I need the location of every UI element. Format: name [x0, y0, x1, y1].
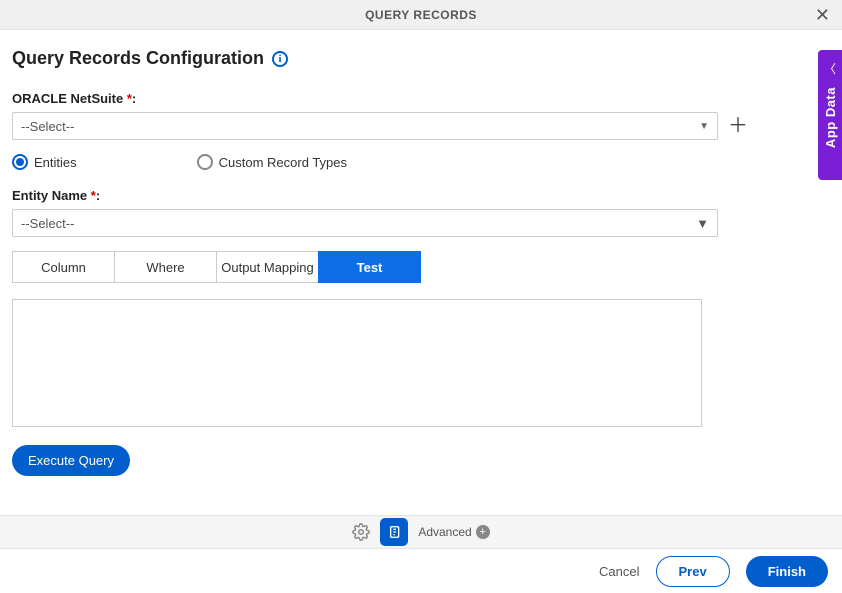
add-connection-icon[interactable]: ＋ [728, 116, 748, 136]
radio-custom-record-types[interactable]: Custom Record Types [197, 154, 347, 170]
radio-icon [12, 154, 28, 170]
entity-name-select[interactable]: --Select-- ▼ [12, 209, 718, 237]
advanced-toggle[interactable]: Advanced + [418, 525, 489, 539]
dialog-header: QUERY RECORDS ✕ [0, 0, 842, 30]
tab-output-mapping[interactable]: Output Mapping [216, 251, 319, 283]
connection-label: ORACLE NetSuite *: [12, 91, 830, 106]
test-result-area [12, 299, 702, 427]
record-type-radio-group: Entities Custom Record Types [12, 154, 830, 170]
tab-column[interactable]: Column [12, 251, 115, 283]
plus-circle-icon: + [476, 525, 490, 539]
dialog-title: QUERY RECORDS [365, 8, 477, 22]
cancel-button[interactable]: Cancel [599, 564, 639, 579]
bottom-toolbar: Advanced + [0, 515, 842, 549]
connection-select[interactable]: --Select-- ▼ [12, 112, 718, 140]
page-title-row: Query Records Configuration i [12, 48, 830, 69]
connection-select-value: --Select-- [21, 119, 74, 134]
connection-select-row: --Select-- ▼ ＋ [12, 112, 830, 140]
radio-entities-label: Entities [34, 155, 77, 170]
prev-button[interactable]: Prev [656, 556, 730, 587]
radio-icon [197, 154, 213, 170]
entity-name-select-value: --Select-- [21, 216, 74, 231]
content-area: Query Records Configuration i ORACLE Net… [0, 30, 842, 476]
radio-entities[interactable]: Entities [12, 154, 77, 170]
entity-name-label-text: Entity Name [12, 188, 91, 203]
tab-test[interactable]: Test [318, 251, 421, 283]
execute-query-button[interactable]: Execute Query [12, 445, 130, 476]
chevron-down-icon: ▼ [696, 216, 709, 231]
app-data-side-tab[interactable]: 〈 App Data [818, 50, 842, 180]
entity-name-label: Entity Name *: [12, 188, 830, 203]
footer-bar: Cancel Prev Finish [0, 549, 842, 593]
required-mark: * [127, 91, 132, 106]
connection-label-text: ORACLE NetSuite [12, 91, 127, 106]
close-icon[interactable]: ✕ [815, 6, 830, 24]
clipboard-icon[interactable] [380, 518, 408, 546]
tab-bar: Column Where Output Mapping Test [12, 251, 830, 283]
finish-button[interactable]: Finish [746, 556, 828, 587]
chevron-left-icon: 〈 [824, 60, 836, 77]
chevron-down-icon: ▼ [699, 121, 709, 132]
advanced-label: Advanced [418, 525, 471, 539]
radio-custom-label: Custom Record Types [219, 155, 347, 170]
info-icon[interactable]: i [272, 51, 288, 67]
required-mark: * [91, 188, 96, 203]
gear-icon[interactable] [352, 523, 370, 541]
app-data-label: App Data [823, 87, 838, 148]
tab-where[interactable]: Where [114, 251, 217, 283]
page-title: Query Records Configuration [12, 48, 264, 69]
